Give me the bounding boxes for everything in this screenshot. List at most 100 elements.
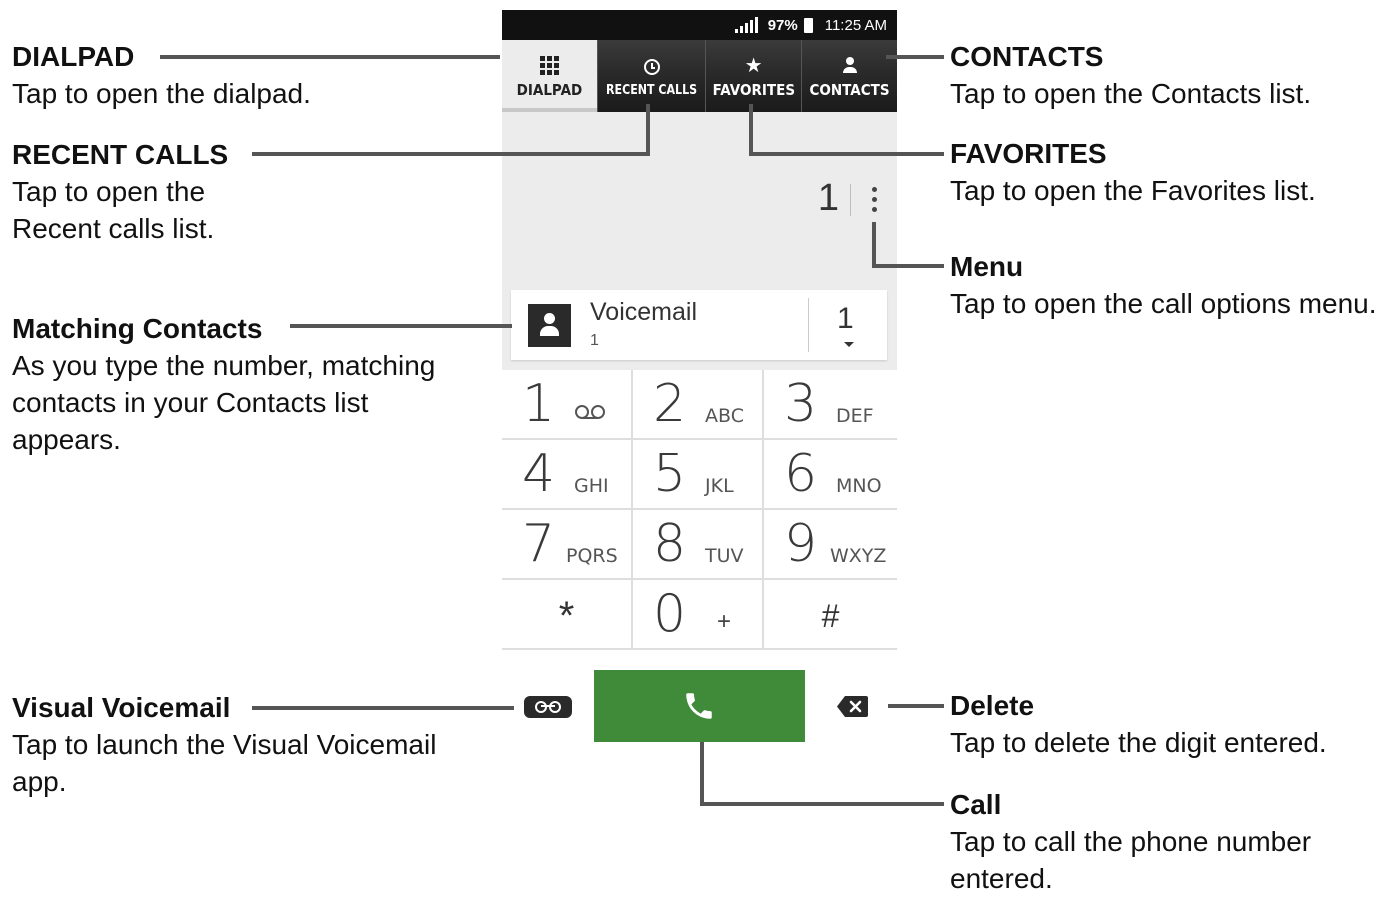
tab-label: RECENT CALLS (605, 82, 698, 98)
key-7[interactable]: 7 PQRS (502, 510, 633, 580)
callout-line-favorites (749, 152, 944, 156)
callout-desc: As you type the number, matching (12, 350, 436, 381)
key-digit: 5 (653, 444, 687, 504)
key-digit: # (821, 598, 840, 634)
callout-title: Call (950, 789, 1002, 820)
callout-desc: Tap to launch the Visual Voicemail (12, 729, 437, 760)
callout-title: CONTACTS (950, 41, 1104, 72)
dialpad-grid-icon (539, 53, 559, 77)
key-digit: 4 (522, 444, 556, 504)
callout-matching-contacts: Matching Contacts As you type the number… (12, 310, 435, 458)
callout-desc: Tap to open the Contacts list. (950, 78, 1312, 109)
callout-title: Delete (950, 690, 1035, 721)
callout-title: DIALPAD (12, 41, 135, 72)
key-star[interactable]: * (502, 580, 633, 650)
person-icon (841, 53, 859, 77)
callout-recent-calls: RECENT CALLS Tap to open the Recent call… (12, 136, 228, 247)
callout-title: Menu (950, 251, 1024, 282)
key-letters: MNO (836, 475, 882, 497)
matching-contact-card[interactable]: Voicemail 1 1 (511, 290, 887, 360)
contact-number: 1 (590, 332, 599, 349)
star-icon: ★ (744, 53, 763, 77)
callout-desc: Tap to open the call options menu. (950, 288, 1377, 319)
callout-desc: contacts in your Contacts list (12, 387, 369, 418)
battery-icon (803, 17, 813, 33)
callout-line-menu-v (872, 222, 876, 268)
divider (850, 184, 851, 216)
key-letters: GHI (574, 475, 609, 497)
key-digit: 9 (784, 514, 818, 574)
contact-avatar-icon (528, 304, 571, 347)
call-button[interactable] (594, 670, 805, 742)
key-letters: + (717, 608, 732, 635)
callout-menu: Menu Tap to open the call options menu. (950, 248, 1377, 322)
callout-contacts: CONTACTS Tap to open the Contacts list. (950, 38, 1311, 112)
key-9[interactable]: 9 WXYZ (764, 510, 897, 580)
key-digit: 6 (784, 444, 818, 504)
key-3[interactable]: 3 DEF (764, 370, 897, 440)
callout-desc: entered. (950, 863, 1053, 894)
tab-bar: DIALPAD RECENT CALLS ★ FAVORITES CONTACT… (502, 40, 897, 112)
callout-title: Matching Contacts (12, 313, 263, 344)
key-letters: DEF (836, 405, 874, 427)
chevron-down-icon[interactable] (844, 342, 854, 347)
tab-recent-calls[interactable]: RECENT CALLS (598, 40, 707, 112)
status-bar: 97% 11:25 AM (502, 10, 897, 40)
callout-title: Visual Voicemail (12, 692, 231, 723)
callout-desc: Tap to open the dialpad. (12, 78, 311, 109)
callout-title: RECENT CALLS (12, 139, 229, 170)
dialed-digits: 1 (817, 177, 839, 219)
phone-screen: 97% 11:25 AM DIALPAD RECENT CALLS ★ FAVO… (502, 10, 897, 750)
key-digit: 2 (653, 374, 687, 434)
callout-desc: Tap to call the phone number (950, 826, 1312, 857)
tab-label: CONTACTS (809, 81, 890, 99)
key-letters: TUV (705, 545, 744, 567)
callout-line-call (700, 802, 944, 806)
overflow-menu-icon[interactable] (869, 184, 879, 214)
voicemail-icon (574, 403, 608, 425)
callout-title: FAVORITES (950, 138, 1107, 169)
callout-delete: Delete Tap to delete the digit entered. (950, 687, 1327, 761)
backspace-icon[interactable] (837, 696, 868, 717)
callout-line-delete (888, 704, 944, 708)
key-5[interactable]: 5 JKL (633, 440, 764, 510)
callout-line-favorites-v (749, 104, 753, 156)
callout-line-recent-v (646, 104, 650, 156)
callout-desc: Recent calls list. (12, 213, 215, 244)
key-4[interactable]: 4 GHI (502, 440, 633, 510)
key-2[interactable]: 2 ABC (633, 370, 764, 440)
clock-icon (643, 55, 660, 79)
dial-display: 1 Voicemail 1 1 (502, 112, 897, 370)
keypad: 1 2 ABC 3 DEF 4 GHI 5 JKL 6 MNO 7 PQRS 8… (502, 370, 897, 650)
key-digit: 7 (522, 514, 556, 574)
callout-line-call-v (700, 742, 704, 806)
key-letters: ABC (705, 405, 744, 427)
signal-icon (734, 17, 758, 33)
callout-call: Call Tap to call the phone number entere… (950, 786, 1311, 897)
divider (808, 298, 809, 352)
tab-label: DIALPAD (516, 81, 583, 99)
match-count[interactable]: 1 (837, 302, 854, 336)
key-digit: 1 (522, 374, 556, 434)
callout-visual-voicemail: Visual Voicemail Tap to launch the Visua… (12, 689, 436, 800)
callout-line-contacts (886, 55, 944, 59)
key-6[interactable]: 6 MNO (764, 440, 897, 510)
battery-percent: 97% (767, 16, 798, 34)
key-letters: WXYZ (830, 545, 887, 567)
callout-dialpad: DIALPAD Tap to open the dialpad. (12, 38, 311, 112)
key-8[interactable]: 8 TUV (633, 510, 764, 580)
key-digit: 8 (653, 514, 687, 574)
key-digit: 3 (784, 374, 818, 434)
callout-line-menu (872, 264, 944, 268)
key-letters: JKL (705, 475, 734, 497)
contact-name: Voicemail (590, 298, 697, 326)
tab-dialpad[interactable]: DIALPAD (502, 40, 598, 112)
tab-favorites[interactable]: ★ FAVORITES (706, 40, 803, 112)
callout-line-recent (252, 152, 649, 156)
visual-voicemail-icon[interactable] (524, 696, 572, 718)
callout-desc: Tap to delete the digit entered. (950, 727, 1327, 758)
key-1[interactable]: 1 (502, 370, 633, 440)
key-0[interactable]: 0 + (633, 580, 764, 650)
tab-contacts[interactable]: CONTACTS (802, 40, 897, 112)
key-hash[interactable]: # (764, 580, 897, 650)
